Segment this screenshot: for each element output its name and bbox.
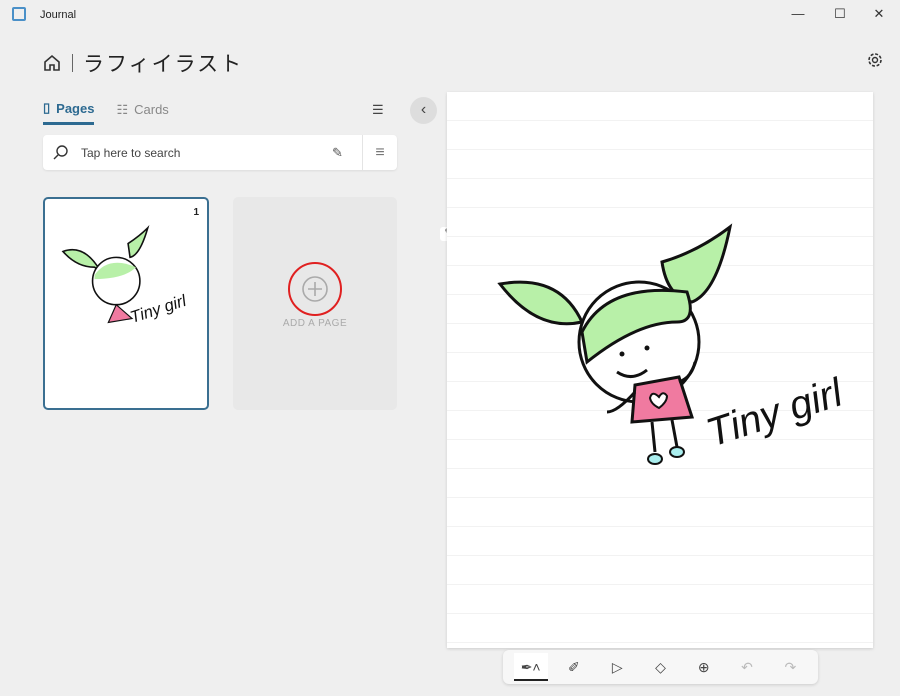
pen-tool-icon[interactable]: ✒˄ xyxy=(513,653,548,681)
journal-app-icon xyxy=(12,7,26,21)
collapse-panel-button[interactable]: ‹ xyxy=(410,97,437,124)
breadcrumb-separator xyxy=(72,54,73,72)
view-tabs: ▯ Pages ☷ Cards xyxy=(43,100,169,125)
page-thumbnail-drawing: Tiny girl xyxy=(61,225,190,327)
app-title: Journal xyxy=(40,9,77,21)
search-icon xyxy=(53,144,68,159)
ink-search-icon[interactable]: ✎ xyxy=(332,145,362,161)
search-input[interactable]: Tap here to search xyxy=(81,146,332,160)
select-pages-icon[interactable]: ☰ xyxy=(372,102,384,118)
minimize-button[interactable]: — xyxy=(786,4,810,24)
pages-icon: ▯ xyxy=(43,100,51,115)
insert-icon[interactable]: ⊕ xyxy=(687,653,721,681)
page-thumbnail[interactable]: 1 Tiny girl xyxy=(43,197,209,410)
note-canvas[interactable]: Tiny girl xyxy=(447,92,873,648)
add-page-label: ADD A PAGE xyxy=(282,318,348,329)
undo-icon[interactable]: ↶ xyxy=(730,653,764,681)
add-icon xyxy=(302,276,328,302)
notebook-title: ラフィイラスト xyxy=(83,53,244,76)
search-box[interactable]: Tap here to search ✎ ≡ xyxy=(43,135,397,170)
ink-select-tool-icon[interactable]: ▷ xyxy=(600,653,634,681)
eraser-tool-icon[interactable]: ◇ xyxy=(643,653,677,681)
canvas-drawing: Tiny girl xyxy=(497,223,849,465)
redo-icon[interactable]: ↷ xyxy=(773,653,807,681)
ink-toolbar: ✒˄ ✐ ▷ ◇ ⊕ ↶ ↷ xyxy=(503,650,818,684)
drawing-text: Tiny girl xyxy=(701,370,848,455)
breadcrumb: ラフィイラスト xyxy=(42,48,243,78)
tab-label: Pages xyxy=(56,100,95,116)
settings-gear-icon[interactable] xyxy=(866,51,884,69)
filter-icon[interactable]: ≡ xyxy=(363,144,397,162)
home-icon[interactable] xyxy=(42,53,62,73)
close-button[interactable]: ✕ xyxy=(867,4,891,24)
drawing-text: Tiny girl xyxy=(128,291,190,327)
tab-pages[interactable]: ▯ Pages xyxy=(43,100,95,125)
tab-cards[interactable]: ☷ Cards xyxy=(116,100,168,125)
add-page-button[interactable]: ADD A PAGE xyxy=(233,197,397,410)
cards-icon: ☷ xyxy=(116,101,129,117)
maximize-button[interactable]: ☐ xyxy=(828,4,852,24)
highlighter-tool-icon[interactable]: ✐ xyxy=(557,653,591,681)
title-bar: Journal — ☐ ✕ xyxy=(0,0,900,30)
tab-label: Cards xyxy=(134,102,169,117)
